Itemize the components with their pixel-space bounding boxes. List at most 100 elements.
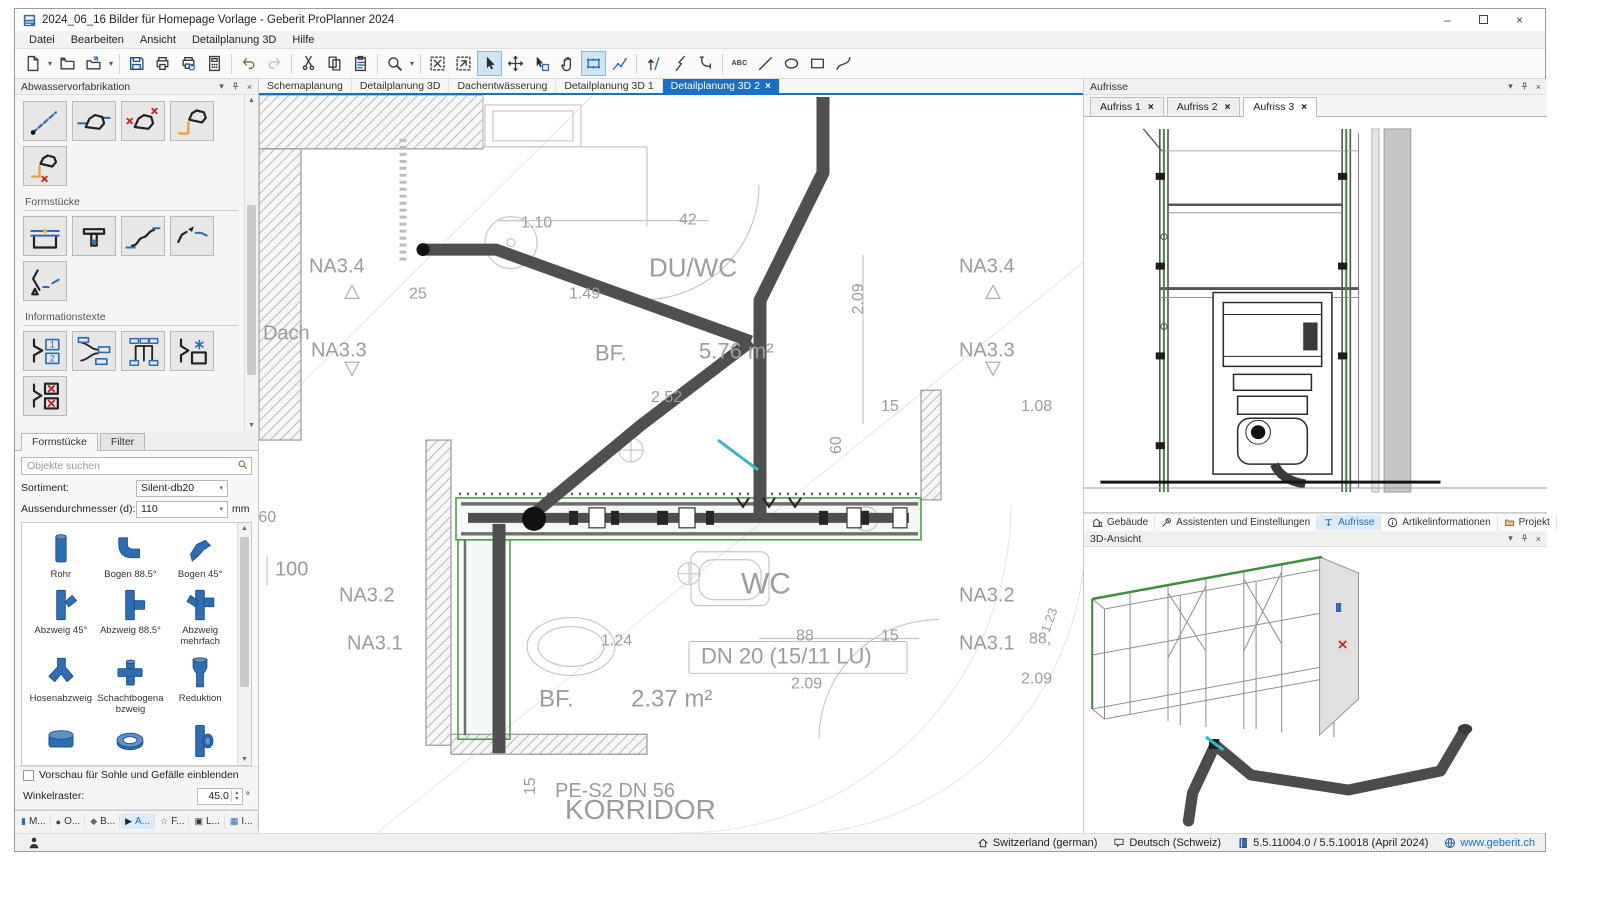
pipe-draw-button[interactable] xyxy=(23,101,67,141)
rectangle-button[interactable] xyxy=(805,51,830,76)
panel-tab-gebäude[interactable]: Gebäude xyxy=(1086,515,1155,530)
pipe-open-button[interactable] xyxy=(72,101,116,141)
part-schachtbogenabzweig[interactable]: Schachtbogenabzweig xyxy=(96,651,166,719)
panel-close-icon[interactable]: × xyxy=(1536,534,1541,544)
dropdown-caret-icon[interactable]: ▾ xyxy=(408,59,416,68)
pan-button[interactable] xyxy=(555,51,580,76)
bottom-tab-b[interactable]: ◆B... xyxy=(86,814,120,829)
part-rohr[interactable]: Rohr xyxy=(26,527,96,584)
open-file-button[interactable] xyxy=(55,51,80,76)
winkelraster-input[interactable]: 45.0 ▲▼ xyxy=(197,788,243,805)
redo-button[interactable] xyxy=(262,51,287,76)
bottom-tab-m[interactable]: ▮M... xyxy=(17,814,51,829)
scroll-down-icon[interactable]: ▼ xyxy=(238,756,251,763)
search-input[interactable] xyxy=(21,457,252,475)
doc-tab-detailplanung-3d-1[interactable]: Detailplanung 3D 1 xyxy=(556,79,662,93)
elevation-button[interactable] xyxy=(641,51,666,76)
fitting-chain-button[interactable] xyxy=(23,261,67,301)
dropdown-caret-icon[interactable]: ▾ xyxy=(107,59,115,68)
aufriss-tab-aufriss-2[interactable]: Aufriss 2× xyxy=(1167,97,1241,116)
pin-icon[interactable] xyxy=(1520,534,1529,543)
zoom-window-button[interactable] xyxy=(451,51,476,76)
scroll-thumb[interactable] xyxy=(247,205,256,375)
scroll-down-icon[interactable]: ▼ xyxy=(245,422,258,429)
panel-close-icon[interactable]: × xyxy=(1536,82,1541,92)
frame-select-button[interactable] xyxy=(581,51,606,76)
bottom-tab-o[interactable]: ●O... xyxy=(52,814,86,829)
info-symbols-button[interactable] xyxy=(170,331,214,371)
aufriss-tab-aufriss-3[interactable]: Aufriss 3× xyxy=(1243,97,1317,117)
tab-close-icon[interactable]: × xyxy=(1301,102,1307,113)
panel-tab-artikelinformationen[interactable]: Artikelinformationen xyxy=(1381,515,1497,530)
connect-button[interactable] xyxy=(693,51,718,76)
select-button[interactable] xyxy=(477,51,502,76)
save-button[interactable] xyxy=(124,51,149,76)
line-button[interactable] xyxy=(753,51,778,76)
doc-tab-detailplanung-3d-2[interactable]: Detailplanung 3D 2× xyxy=(663,79,780,93)
aufriss-tab-aufriss-1[interactable]: Aufriss 1× xyxy=(1090,97,1164,116)
copy-button[interactable] xyxy=(322,51,347,76)
zoom-extents-button[interactable] xyxy=(425,51,450,76)
panel-dropdown-icon[interactable]: ▾ xyxy=(1508,81,1513,92)
pin-icon[interactable] xyxy=(1520,82,1529,91)
bottom-tab-f[interactable]: ☆F... xyxy=(156,814,189,829)
view3d-canvas[interactable] xyxy=(1084,547,1547,833)
info-delete-button[interactable] xyxy=(23,376,67,416)
bottom-tab-a[interactable]: ▶A... xyxy=(121,814,155,829)
scroll-up-icon[interactable]: ▲ xyxy=(245,97,258,104)
sortiment-select[interactable]: Silent-db20▾ xyxy=(136,480,228,497)
duplicate-button[interactable] xyxy=(529,51,554,76)
status-globe[interactable]: www.geberit.ch xyxy=(1444,837,1535,849)
part-hosenabzweig[interactable]: Hosenabzweig xyxy=(26,651,96,719)
doc-tab-dachentwässerung[interactable]: Dachentwässerung xyxy=(449,79,556,93)
tab-close-icon[interactable]: × xyxy=(1148,102,1154,113)
scroll-thumb[interactable] xyxy=(240,537,249,687)
fitting-connect-button[interactable] xyxy=(170,216,214,256)
elevation-canvas[interactable] xyxy=(1084,117,1547,512)
part-bogen-45[interactable]: Bogen 45° xyxy=(165,527,235,584)
polyline-button[interactable] xyxy=(607,51,632,76)
catalog-tab-filter[interactable]: Filter xyxy=(100,433,145,450)
tab-close-icon[interactable]: × xyxy=(1225,102,1231,113)
scroll-up-icon[interactable]: ▲ xyxy=(238,525,251,532)
part-ring[interactable] xyxy=(96,719,166,765)
info-multi-button[interactable] xyxy=(121,331,165,371)
undo-button[interactable] xyxy=(236,51,261,76)
menu-hilfe[interactable]: Hilfe xyxy=(284,31,322,49)
pipe-route-button[interactable] xyxy=(170,101,214,141)
part-bogen-88[interactable]: Bogen 88.5° xyxy=(96,527,166,584)
dropdown-caret-icon[interactable]: ▾ xyxy=(46,59,54,68)
pin-icon[interactable] xyxy=(231,82,240,91)
minimize-button[interactable]: – xyxy=(1444,14,1451,26)
part-anschluss[interactable] xyxy=(165,719,235,765)
close-button[interactable]: × xyxy=(1516,14,1523,26)
info-numbers-button[interactable]: 12 xyxy=(23,331,67,371)
part-abzweig-88[interactable]: Abzweig 88.5° xyxy=(96,583,166,651)
parts-scrollbar[interactable]: ▲ ▼ xyxy=(237,523,251,765)
panel-dropdown-icon[interactable]: ▾ xyxy=(1508,533,1513,544)
panel-tab-aufrisse[interactable]: Aufrisse xyxy=(1317,515,1381,530)
tab-close-icon[interactable]: × xyxy=(765,81,771,92)
spin-down-icon[interactable]: ▼ xyxy=(234,796,239,802)
info-labels-button[interactable] xyxy=(72,331,116,371)
bottom-tab-i[interactable]: ▦I... xyxy=(226,814,258,829)
maximize-button[interactable] xyxy=(1479,14,1488,26)
preview-checkbox[interactable] xyxy=(23,770,34,781)
panel-close-icon[interactable]: × xyxy=(247,82,252,92)
part-reduktion[interactable]: Reduktion xyxy=(165,651,235,719)
panel-dropdown-icon[interactable]: ▾ xyxy=(219,81,224,92)
menu-datei[interactable]: Datei xyxy=(21,31,63,49)
part-muffe[interactable] xyxy=(26,719,96,765)
part-abzweig-mehrfach[interactable]: Abzweig mehrfach xyxy=(165,583,235,651)
new-document-button[interactable] xyxy=(20,51,45,76)
move-button[interactable] xyxy=(503,51,528,76)
fitting-bend-button[interactable] xyxy=(121,216,165,256)
fitting-tee-button[interactable] xyxy=(72,216,116,256)
ellipse-button[interactable] xyxy=(779,51,804,76)
doc-tab-detailplanung-3d[interactable]: Detailplanung 3D xyxy=(352,79,450,93)
menu-bearbeiten[interactable]: Bearbeiten xyxy=(63,31,132,49)
durchmesser-select[interactable]: 110▾ xyxy=(136,501,228,518)
panel-tab-projekt[interactable]: Projekt xyxy=(1498,515,1557,530)
panel-tab-assistenten-und-einstellungen[interactable]: Assistenten und Einstellungen xyxy=(1155,515,1317,530)
cut-button[interactable] xyxy=(296,51,321,76)
